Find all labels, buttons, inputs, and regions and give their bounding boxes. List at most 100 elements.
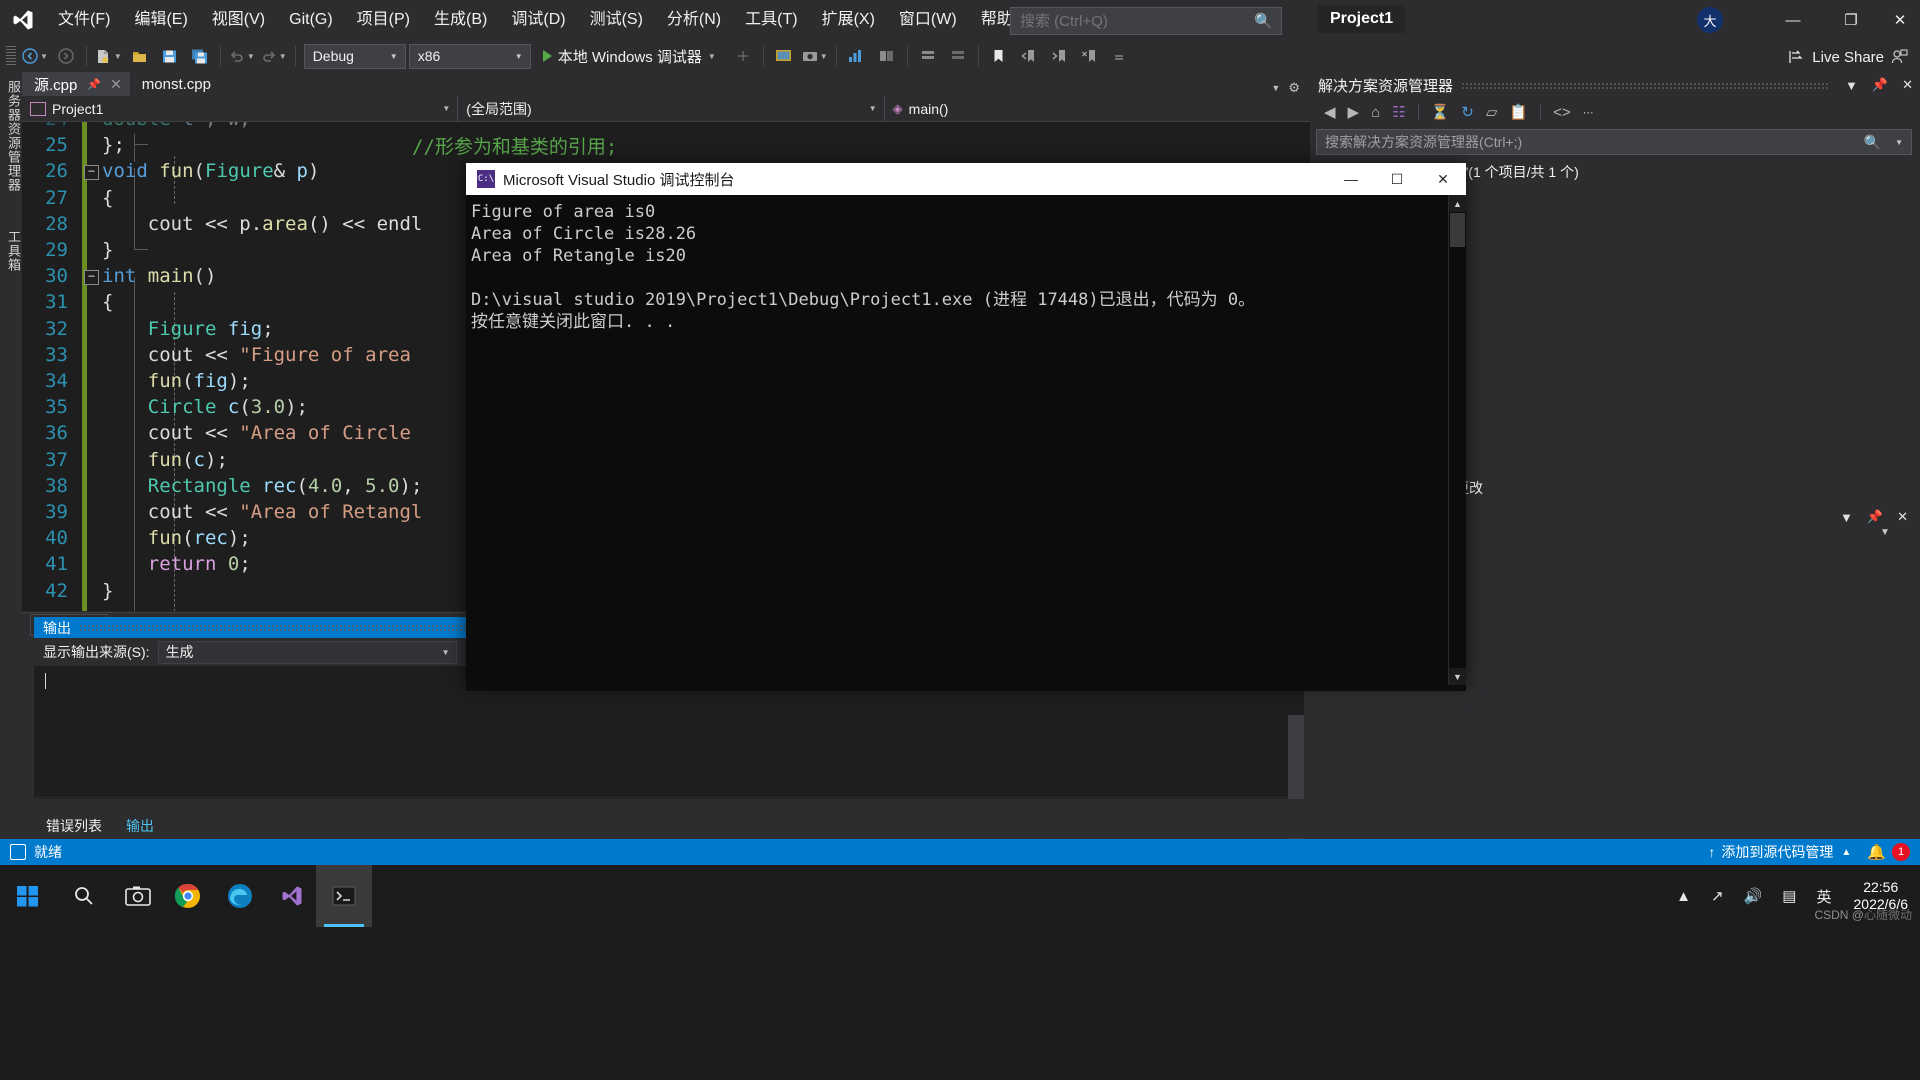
visual-studio-button[interactable] <box>264 865 320 927</box>
chevron-down-icon[interactable]: ▼ <box>40 52 48 61</box>
toggle-bookmark-button[interactable] <box>984 43 1014 69</box>
menu-view[interactable]: 视图(V) <box>200 0 277 40</box>
tab-error-list[interactable]: 错误列表 <box>34 814 114 838</box>
attach-to-process-button[interactable] <box>872 43 902 69</box>
uncomment-selection-button[interactable] <box>943 43 973 69</box>
menu-edit[interactable]: 编辑(E) <box>122 0 199 40</box>
solution-explorer-search[interactable]: 搜索解决方案资源管理器(Ctrl+;) 🔍 ▼ <box>1316 129 1912 155</box>
properties-icon[interactable]: 📋 <box>1503 103 1534 121</box>
project-scope-combo[interactable]: Project1 ▼ <box>22 96 459 121</box>
volume-icon[interactable]: 🔊 <box>1734 887 1773 905</box>
previous-bookmark-button[interactable] <box>1014 43 1044 69</box>
menu-tools[interactable]: 工具(T) <box>733 0 809 40</box>
menu-window[interactable]: 窗口(W) <box>887 0 969 40</box>
search-input[interactable] <box>1011 11 1237 31</box>
ime-indicator[interactable]: 英 <box>1806 886 1841 907</box>
menu-test[interactable]: 测试(S) <box>578 0 655 40</box>
close-icon[interactable]: ✕ <box>1895 77 1920 93</box>
fold-toggle-icon[interactable]: − <box>84 165 99 181</box>
console-output-area[interactable]: Figure of area is0 Area of Circle is28.2… <box>466 195 1466 691</box>
chevron-down-icon[interactable]: ▼ <box>114 52 122 61</box>
search-icon[interactable]: 🔍 <box>1856 134 1887 151</box>
tab-output[interactable]: 输出 <box>114 814 166 838</box>
scrollbar-thumb[interactable] <box>1450 213 1465 247</box>
menu-analyze[interactable]: 分析(N) <box>655 0 733 40</box>
chevron-down-icon[interactable]: ▼ <box>1833 510 1860 525</box>
menu-build[interactable]: 生成(B) <box>422 0 499 40</box>
solution-configuration-combo[interactable]: Debug ▼ <box>303 43 406 69</box>
chevron-down-icon[interactable]: ▼ <box>383 52 405 61</box>
pin-icon[interactable]: 📌 <box>1865 77 1895 93</box>
console-minimize-button[interactable]: — <box>1328 163 1374 195</box>
wifi-icon[interactable]: ↗ <box>1701 887 1734 905</box>
scroll-up-arrow-icon[interactable]: ▲ <box>1449 195 1466 212</box>
panel-expand-icon[interactable]: ▼ <box>1880 527 1890 538</box>
pin-icon[interactable]: 📌 <box>87 78 101 91</box>
live-visual-tree-button[interactable] <box>769 43 799 69</box>
chevron-down-icon[interactable]: ▼ <box>435 104 457 113</box>
menu-debug[interactable]: 调试(D) <box>499 0 577 40</box>
close-icon[interactable]: ✕ <box>110 76 122 93</box>
back-icon[interactable]: ◀ <box>1318 103 1342 121</box>
home-icon[interactable]: ⌂ <box>1365 104 1386 121</box>
scroll-down-arrow-icon[interactable]: ▼ <box>1449 668 1466 685</box>
chevron-down-icon[interactable]: ▼ <box>279 52 287 61</box>
minimize-button[interactable]: — <box>1770 0 1816 40</box>
quick-launch-search[interactable]: 🔍 <box>1010 7 1282 35</box>
close-icon[interactable]: ✕ <box>1890 509 1920 525</box>
console-scrollbar[interactable]: ▲ ▼ <box>1448 195 1466 685</box>
refresh-icon[interactable]: ↻ <box>1455 103 1480 121</box>
chevron-down-icon[interactable]: ▼ <box>820 52 828 61</box>
diagnostic-tools-button[interactable] <box>842 43 872 69</box>
menu-git[interactable]: Git(G) <box>277 0 345 40</box>
sync-with-active-doc-icon[interactable]: ☷ <box>1386 103 1411 121</box>
chevron-down-icon[interactable]: ▼ <box>1838 78 1865 93</box>
avatar[interactable]: 大 <box>1697 7 1723 33</box>
output-source-combo[interactable]: 生成 ▼ <box>157 640 457 664</box>
chevron-down-icon[interactable]: ▼ <box>1887 138 1911 147</box>
output-horizontal-scrollbar[interactable] <box>34 799 1304 814</box>
live-share-session-icon[interactable] <box>1884 43 1914 69</box>
next-bookmark-button[interactable] <box>1044 43 1074 69</box>
screenshot-button[interactable]: ▼ <box>799 43 831 69</box>
new-item-button[interactable]: ▼ <box>92 43 125 69</box>
gear-icon[interactable]: ⚙ <box>1288 80 1304 96</box>
start-debugging-button[interactable]: 本地 Windows 调试器 ▼ <box>537 43 722 69</box>
notification-badge[interactable]: 1 <box>1892 843 1910 861</box>
menu-file[interactable]: 文件(F) <box>46 0 122 40</box>
chevron-down-icon[interactable]: ▼ <box>862 104 884 113</box>
console-button[interactable] <box>316 865 372 927</box>
chevron-down-icon[interactable]: ▼ <box>508 52 530 61</box>
fold-toggle-icon[interactable]: − <box>84 270 99 286</box>
save-all-button[interactable] <box>185 43 215 69</box>
undo-button[interactable]: ▼ <box>226 43 258 69</box>
battery-icon[interactable]: ▤ <box>1772 887 1806 905</box>
toolbar-overflow-button[interactable] <box>1104 43 1134 69</box>
redo-button[interactable]: ▼ <box>258 43 290 69</box>
chevron-down-icon[interactable]: ▼ <box>442 648 456 657</box>
search-button[interactable] <box>56 865 112 927</box>
toolbar-overflow-icon[interactable]: ⋯ <box>1577 106 1600 119</box>
chrome-button[interactable] <box>160 865 216 927</box>
menu-extensions[interactable]: 扩展(X) <box>810 0 887 40</box>
maximize-button[interactable]: ❐ <box>1828 0 1874 40</box>
menu-project[interactable]: 项目(P) <box>345 0 422 40</box>
chevron-up-icon[interactable]: ▲ <box>1841 847 1851 858</box>
chevron-up-icon[interactable]: ▲ <box>1666 888 1701 905</box>
show-all-files-icon[interactable]: <> <box>1547 104 1577 121</box>
chevron-down-icon[interactable]: ▼ <box>1263 83 1288 93</box>
navigate-forward-button[interactable] <box>51 43 81 69</box>
camera-button[interactable] <box>110 865 166 927</box>
bell-icon[interactable]: 🔔 <box>1867 843 1886 861</box>
pin-icon[interactable]: 📌 <box>1860 509 1890 525</box>
panel-drag-dots[interactable] <box>1461 81 1831 89</box>
auto-attach-button[interactable] <box>728 43 758 69</box>
type-scope-combo[interactable]: (全局范围) ▼ <box>458 96 885 121</box>
clear-bookmarks-button[interactable] <box>1074 43 1104 69</box>
source-control-label[interactable]: 添加到源代码管理 <box>1721 842 1833 862</box>
console-maximize-button[interactable]: ☐ <box>1374 163 1420 195</box>
console-close-button[interactable]: ✕ <box>1420 163 1466 195</box>
toolbar-grip[interactable] <box>6 46 16 66</box>
live-share-button[interactable]: Live Share <box>1788 45 1884 69</box>
start-button[interactable] <box>0 865 56 927</box>
